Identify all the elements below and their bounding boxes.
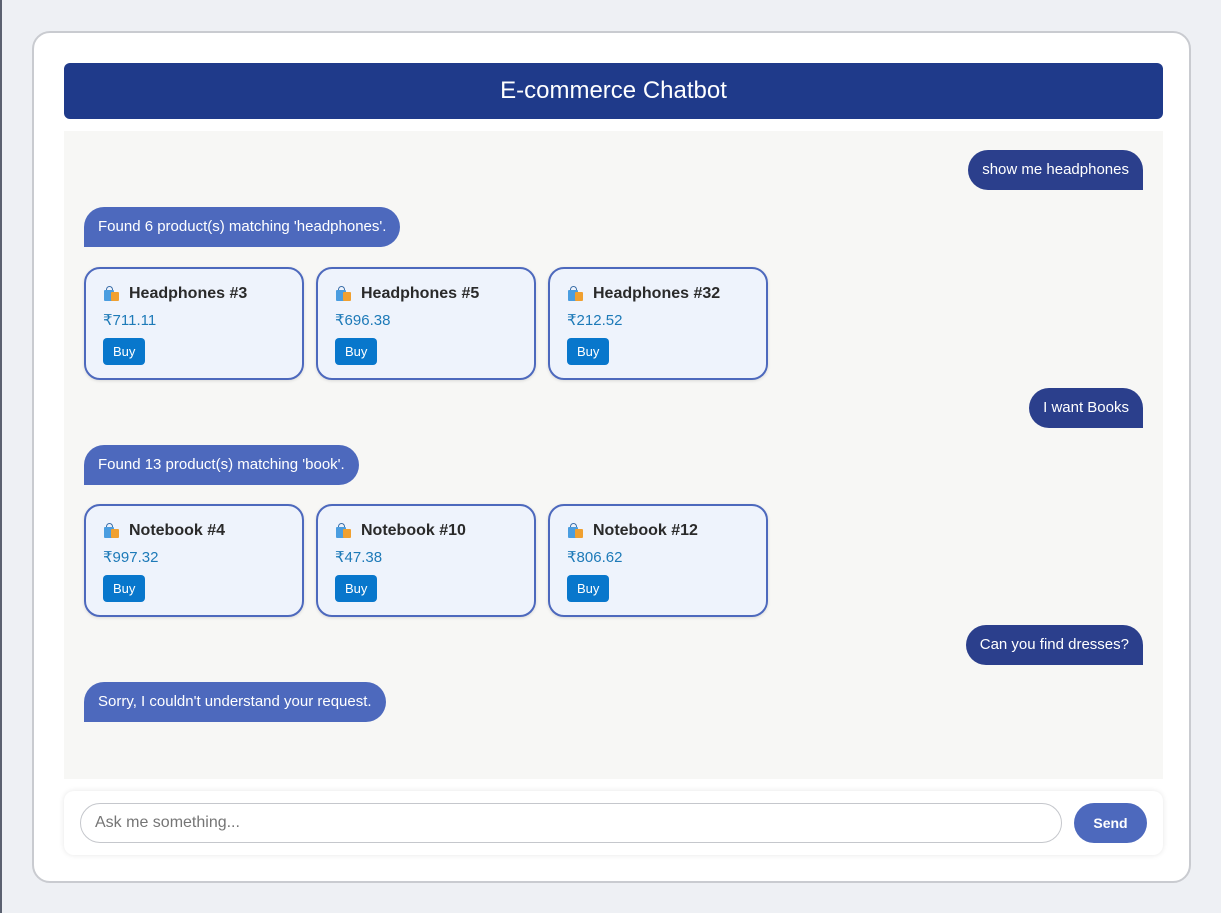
- user-message: show me headphones: [968, 150, 1143, 190]
- bot-message: Sorry, I couldn't understand your reques…: [84, 682, 386, 722]
- user-message: Can you find dresses?: [965, 625, 1143, 665]
- product-price: ₹711.11: [103, 312, 157, 329]
- send-button[interactable]: Send: [1074, 803, 1147, 843]
- shopping-bags-icon: [103, 523, 121, 539]
- product-price: ₹806.62: [567, 549, 623, 566]
- bot-message: Found 6 product(s) matching 'headphones'…: [84, 207, 401, 247]
- shopping-bags-icon: [103, 286, 121, 302]
- shopping-bags-icon: [335, 523, 353, 539]
- message-composer: Send: [64, 791, 1163, 855]
- product-name: Headphones #5: [361, 285, 480, 302]
- buy-button[interactable]: Buy: [103, 338, 146, 365]
- buy-button[interactable]: Buy: [335, 575, 378, 602]
- product-price: ₹212.52: [567, 312, 623, 329]
- message-input[interactable]: [80, 803, 1062, 843]
- shopping-bags-icon: [335, 286, 353, 302]
- shopping-bags-icon: [567, 286, 585, 302]
- bot-message: Found 13 product(s) matching 'book'.: [84, 445, 359, 485]
- product-card: Headphones #3 ₹711.11 Buy: [84, 267, 304, 380]
- buy-button[interactable]: Buy: [567, 575, 610, 602]
- product-price: ₹997.32: [103, 549, 159, 566]
- product-name: Notebook #4: [129, 522, 226, 539]
- product-card: Headphones #32 ₹212.52 Buy: [548, 267, 768, 380]
- window-edge: [0, 0, 2, 913]
- product-name: Headphones #32: [593, 285, 721, 302]
- buy-button[interactable]: Buy: [567, 338, 610, 365]
- product-card: Notebook #12 ₹806.62 Buy: [548, 504, 768, 617]
- product-name: Headphones #3: [129, 285, 248, 302]
- product-price: ₹47.38: [335, 549, 383, 566]
- page-title: E-commerce Chatbot: [64, 63, 1163, 119]
- chat-log[interactable]: show me headphones Found 6 product(s) ma…: [64, 131, 1163, 779]
- product-card: Headphones #5 ₹696.38 Buy: [316, 267, 536, 380]
- product-name: Notebook #10: [361, 522, 466, 539]
- chatbot-window: E-commerce Chatbot show me headphones Fo…: [32, 31, 1191, 883]
- product-card: Notebook #10 ₹47.38 Buy: [316, 504, 536, 617]
- buy-button[interactable]: Buy: [335, 338, 378, 365]
- shopping-bags-icon: [567, 523, 585, 539]
- product-card: Notebook #4 ₹997.32 Buy: [84, 504, 304, 617]
- product-list: Headphones #3 ₹711.11 Buy Headphones #5 …: [84, 267, 768, 380]
- user-message: I want Books: [1029, 388, 1143, 428]
- product-list: Notebook #4 ₹997.32 Buy Notebook #10 ₹47…: [84, 504, 768, 617]
- product-name: Notebook #12: [593, 522, 698, 539]
- buy-button[interactable]: Buy: [103, 575, 146, 602]
- product-price: ₹696.38: [335, 312, 391, 329]
